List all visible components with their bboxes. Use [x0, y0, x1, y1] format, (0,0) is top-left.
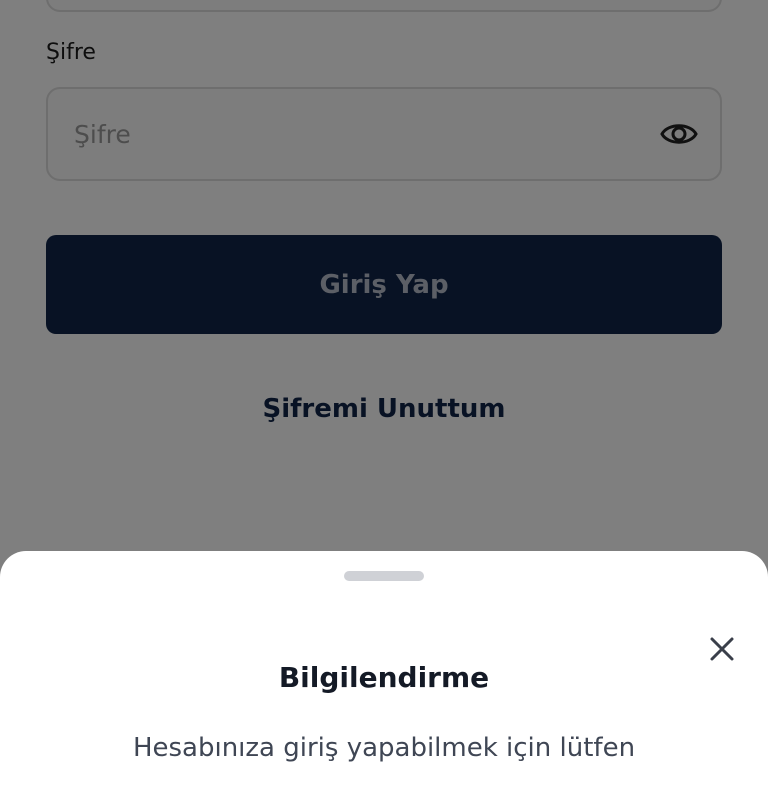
info-bottom-sheet: Bilgilendirme Hesabınıza giriş yapabilme…: [0, 551, 768, 791]
sheet-title: Bilgilendirme: [278, 661, 490, 694]
sheet-drag-handle[interactable]: [344, 571, 424, 581]
sheet-message: Hesabınıza giriş yapabilmek için lütfen: [132, 733, 636, 763]
